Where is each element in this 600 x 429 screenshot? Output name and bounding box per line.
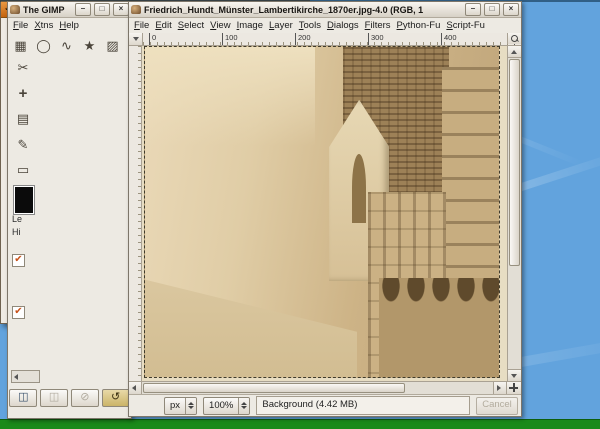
chevron-updown-icon (185, 398, 196, 414)
zoom-value: 100% (204, 398, 238, 414)
menu-0[interactable]: File (131, 19, 152, 32)
zoom-indicator-icon[interactable] (507, 33, 521, 44)
dock-button-bar: ◫ ◫ ⊘ ↺ (8, 389, 131, 407)
dock-horizontal-scrollbar[interactable] (11, 370, 40, 383)
dock-tab-label[interactable]: Hi (12, 227, 21, 237)
tool-move-icon[interactable]: + (13, 84, 33, 104)
scroll-down-icon[interactable] (508, 369, 521, 381)
vertical-ruler (129, 46, 142, 381)
unit-select[interactable]: px (164, 397, 197, 415)
tool-ellipse-select-icon[interactable]: ◯ (33, 36, 54, 56)
image-window-title: Friedrich_Hundt_Münster_Lambertikirche_1… (144, 5, 462, 15)
close-button[interactable]: × (503, 3, 519, 16)
toolbox-menubar: FileXtnsHelp (8, 18, 131, 33)
scroll-up-icon[interactable] (508, 46, 521, 58)
scroll-left-icon[interactable] (129, 382, 142, 394)
tool-fuzzy-select-icon[interactable]: ★ (79, 36, 100, 56)
foreground-color-swatch[interactable] (14, 186, 34, 214)
maximize-button[interactable]: □ (94, 3, 110, 16)
dock-save-copy-button[interactable]: ◫ (40, 389, 68, 407)
image-canvas[interactable] (142, 46, 507, 381)
dock-revert-button[interactable]: ↺ (102, 389, 130, 407)
image-window: Friedrich_Hundt_Münster_Lambertikirche_1… (128, 1, 522, 417)
tool-rect-select-icon[interactable]: ▦ (10, 36, 31, 56)
toolbox-menu-0[interactable]: File (10, 19, 31, 32)
minimize-button[interactable]: – (75, 3, 91, 16)
photo-arcade (379, 278, 499, 377)
menu-2[interactable]: Select (175, 19, 207, 32)
wilber-icon (10, 5, 20, 14)
menu-3[interactable]: View (207, 19, 233, 32)
status-message: Background (4.42 MB) (256, 396, 470, 415)
status-cancel-button[interactable]: Cancel (476, 397, 518, 415)
dock-checkbox[interactable]: ✔ (12, 254, 25, 267)
ruler-tick-4: 400 (441, 33, 514, 45)
tool-pencil-icon[interactable]: ✎ (13, 135, 33, 155)
pan-navigation-button[interactable] (506, 382, 521, 394)
ruler-row: 0100200300400500 (129, 33, 521, 46)
ruler-menu-button[interactable] (129, 33, 143, 45)
menu-4[interactable]: Image (234, 19, 266, 32)
menu-7[interactable]: Dialogs (324, 19, 362, 32)
menu-5[interactable]: Layer (266, 19, 296, 32)
image-menubar: FileEditSelectViewImageLayerToolsDialogs… (129, 18, 521, 33)
toolbox-tool-row: ▦◯∿★▨ (8, 33, 131, 56)
toolbox-title: The GIMP (23, 5, 72, 15)
toolbox-menu-1[interactable]: Xtns (31, 19, 56, 32)
vertical-scroll-thumb[interactable] (509, 59, 520, 266)
tool-select-by-color-icon[interactable]: ▨ (102, 36, 123, 56)
tool-free-select-icon[interactable]: ∿ (56, 36, 77, 56)
photo-layer[interactable] (144, 46, 500, 378)
unit-value: px (165, 398, 185, 414)
ruler-tick-0: 0 (149, 33, 222, 45)
toolbox-menu-2[interactable]: Help (56, 19, 82, 32)
horizontal-scrollbar[interactable] (129, 381, 521, 394)
dock-checkbox[interactable]: ✔ (12, 306, 25, 319)
chevron-updown-icon (238, 398, 249, 414)
toolbox-window: The GIMP – □ × FileXtnsHelp ▦◯∿★▨ ✂ + ▤ … (7, 1, 132, 419)
vertical-scrollbar[interactable] (507, 46, 521, 381)
minimize-button[interactable]: – (465, 3, 481, 16)
menu-6[interactable]: Tools (296, 19, 324, 32)
close-button[interactable]: × (113, 3, 129, 16)
photo-street (145, 258, 357, 377)
ruler-tick-2: 200 (295, 33, 368, 45)
menu-9[interactable]: Python-Fu (394, 19, 444, 32)
dock-delete-button[interactable]: ⊘ (71, 389, 99, 407)
menu-1[interactable]: Edit (152, 19, 174, 32)
menu-8[interactable]: Filters (362, 19, 394, 32)
wilber-icon (131, 5, 141, 14)
scroll-trough (406, 382, 493, 394)
ruler-tick-3: 300 (368, 33, 441, 45)
zoom-select[interactable]: 100% (203, 397, 250, 415)
scroll-right-icon[interactable] (493, 382, 506, 394)
horizontal-scroll-thumb[interactable] (143, 383, 405, 393)
image-window-titlebar[interactable]: Friedrich_Hundt_Münster_Lambertikirche_1… (129, 2, 521, 18)
dock-save-button[interactable]: ◫ (9, 389, 37, 407)
horizontal-ruler: 0100200300400500 (143, 33, 521, 45)
dock-tab-label[interactable]: Le (12, 214, 22, 224)
maximize-button[interactable]: □ (484, 3, 500, 16)
tool-eraser-icon[interactable]: ▭ (13, 160, 33, 180)
tool-layers-icon[interactable]: ▤ (13, 109, 33, 129)
toolbox-titlebar[interactable]: The GIMP – □ × (8, 2, 131, 18)
photo-sky (145, 47, 315, 146)
ruler-tick-1: 100 (222, 33, 295, 45)
menu-10[interactable]: Script-Fu (443, 19, 488, 32)
taskbar[interactable] (0, 419, 600, 429)
tool-scissors-icon[interactable]: ✂ (13, 58, 33, 78)
statusbar: px 100% Background (4.42 MB) Cancel (129, 394, 521, 416)
